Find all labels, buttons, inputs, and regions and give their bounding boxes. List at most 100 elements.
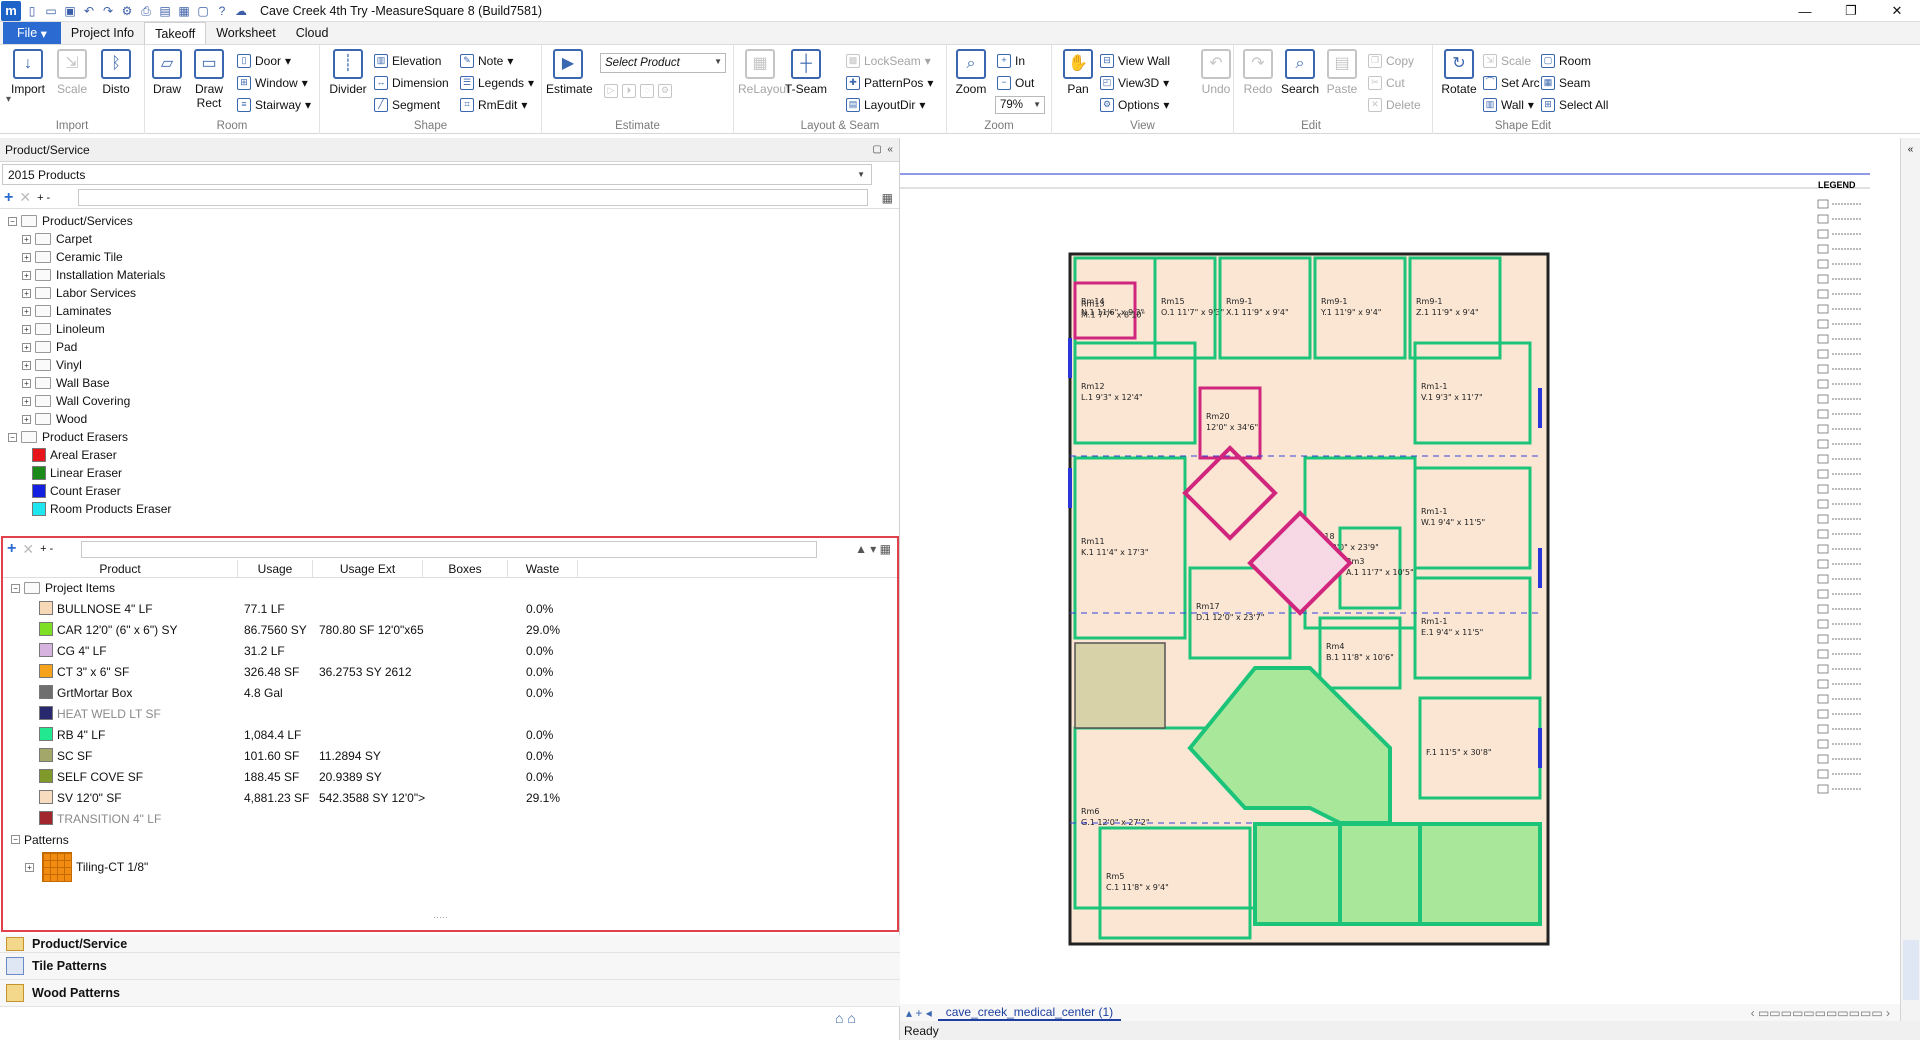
tree-node-category[interactable]: + Linoleum <box>8 320 899 338</box>
move-icon[interactable]: + - <box>37 192 50 204</box>
sheet-tab[interactable]: cave_creek_medical_center (1) <box>937 1005 1122 1021</box>
project-item-row[interactable]: SC SF 101.60 SF 11.2894 SY 0.0% <box>11 745 897 766</box>
scale-button[interactable]: ⇲ Scale <box>50 49 94 96</box>
rotate-button[interactable]: ↻ Rotate <box>1437 49 1481 96</box>
preview-icon[interactable]: ▢ <box>196 4 210 18</box>
tree-node-category[interactable]: + Labor Services <box>8 284 899 302</box>
remove-icon[interactable]: ✕ <box>19 189 31 206</box>
help-icon[interactable]: ? <box>215 4 229 18</box>
expand-icon[interactable]: + <box>22 270 31 280</box>
restore-icon[interactable]: ❐ <box>1828 0 1874 22</box>
expand-icon[interactable]: + <box>22 252 31 262</box>
disto-button[interactable]: ᛒ Disto <box>94 49 138 96</box>
copy-button[interactable]: ❐ Copy <box>1368 51 1414 71</box>
ribbon-collapse-icon[interactable]: ▾ <box>6 94 11 105</box>
play-icon[interactable]: ▷ <box>604 84 618 98</box>
stairway-button[interactable]: ≡ Stairway ▾ <box>237 95 311 115</box>
expand-icon[interactable]: + <box>22 396 31 406</box>
tab-worksheet[interactable]: Worksheet <box>206 22 286 44</box>
undo-button[interactable]: ↶ Undo <box>1194 49 1238 96</box>
project-item-row[interactable]: TRANSITION 4" LF <box>11 808 897 829</box>
expand-icon[interactable]: + <box>22 324 31 334</box>
collapse-icon[interactable]: − <box>8 432 17 442</box>
zoom-in-button[interactable]: + In <box>997 51 1025 71</box>
divider-button[interactable]: ┊ Divider <box>326 49 370 96</box>
rmedit-button[interactable]: ⌗ RmEdit ▾ <box>460 95 527 115</box>
tree-node-category[interactable]: + Pad <box>8 338 899 356</box>
select-all-button[interactable]: ⊞ Select All <box>1541 95 1608 115</box>
eraser-item[interactable]: Areal Eraser <box>8 446 899 464</box>
col-usage-ext[interactable]: Usage Ext <box>313 560 423 577</box>
select-product-dropdown[interactable]: Select Product ▼ <box>600 53 726 73</box>
col-waste[interactable]: Waste <box>508 560 578 577</box>
cloud-icon[interactable]: ☁ <box>234 4 248 18</box>
tab-cloud[interactable]: Cloud <box>286 22 339 44</box>
tseam-button[interactable]: ┼ T-Seam <box>784 49 828 96</box>
options-button[interactable]: ⚙ Options ▾ <box>1100 95 1169 115</box>
items-grid-icon[interactable]: ▲ ▾ ▦ <box>855 542 891 556</box>
new-file-icon[interactable]: ▯ <box>25 4 39 18</box>
project-item-row[interactable]: RB 4" LF 1,084.4 LF 0.0% <box>11 724 897 745</box>
tree-node-root[interactable]: − Product/Services <box>8 212 899 230</box>
delete-button[interactable]: ✕ Delete <box>1368 95 1421 115</box>
project-item-row[interactable]: CAR 12'0" (6" x 6") SY 86.7560 SY 780.80 S… <box>11 619 897 640</box>
close-icon[interactable]: ✕ <box>1874 0 1920 22</box>
print-icon[interactable]: ⎙ <box>139 4 153 18</box>
pan-button[interactable]: ✋ Pan <box>1056 49 1100 96</box>
tree-node-category[interactable]: + Wall Base <box>8 374 899 392</box>
calendar-icon[interactable]: ▦ <box>177 4 191 18</box>
project-item-row[interactable]: HEAT WELD LT SF <box>11 703 897 724</box>
dimension-button[interactable]: ↔ Dimension <box>374 73 449 93</box>
expand-icon[interactable]: + <box>22 414 31 424</box>
project-item-row[interactable]: BULLNOSE 4" LF 77.1 LF 0.0% <box>11 598 897 619</box>
lockseam-button[interactable]: ▩ LockSeam ▾ <box>846 51 931 71</box>
expand-icon[interactable]: + <box>22 234 31 244</box>
side-tool-icons[interactable] <box>1903 940 1919 1000</box>
set-arc-button[interactable]: ⌒ Set Arc <box>1483 73 1540 93</box>
tree-node-erasers[interactable]: − Product Erasers <box>8 428 899 446</box>
tree-node-category[interactable]: + Ceramic Tile <box>8 248 899 266</box>
scale-shape-button[interactable]: ⇲ Scale <box>1483 51 1531 71</box>
tree-node-category[interactable]: + Vinyl <box>8 356 899 374</box>
eraser-item[interactable]: Room Products Eraser <box>8 500 899 518</box>
draw-rect-button[interactable]: ▭ Draw Rect <box>187 49 231 110</box>
move-item-icon[interactable]: + - <box>40 543 53 555</box>
undo-icon[interactable]: ↶ <box>82 4 96 18</box>
elevation-button[interactable]: ▥ Elevation <box>374 51 441 71</box>
tab-takeoff[interactable]: Takeoff <box>144 22 207 44</box>
bottom-tab-tile-patterns[interactable]: Tile Patterns <box>0 953 900 980</box>
expand-icon[interactable]: + <box>25 862 34 872</box>
bottom-tab-wood-patterns[interactable]: Wood Patterns <box>0 980 900 1007</box>
col-boxes[interactable]: Boxes <box>423 560 508 577</box>
expand-icon[interactable]: + <box>22 360 31 370</box>
expand-icon[interactable]: + <box>22 378 31 388</box>
draw-button[interactable]: ▱ Draw <box>145 49 189 96</box>
grid-view-icon[interactable]: ▦ <box>882 191 893 205</box>
layoutdir-button[interactable]: ▤ LayoutDir ▾ <box>846 95 925 115</box>
items-filter-input[interactable] <box>81 540 817 558</box>
search-button[interactable]: ⌕ Search <box>1278 49 1322 96</box>
col-usage[interactable]: Usage <box>238 560 313 577</box>
product-filter-input[interactable] <box>78 189 868 206</box>
expand-icon[interactable]: + <box>22 306 31 316</box>
gear-icon[interactable]: ⚙ <box>658 84 672 98</box>
room-select-button[interactable]: ▢ Room <box>1541 51 1591 71</box>
col-product[interactable]: Product <box>3 560 238 577</box>
bottom-tab-product-service[interactable]: Product/Service <box>0 935 900 953</box>
eraser-item[interactable]: Count Eraser <box>8 482 899 500</box>
legends-button[interactable]: ☰ Legends ▾ <box>460 73 534 93</box>
drawing-canvas[interactable]: Rm14 N.1 11'6" x 9'3" Rm15 O.1 11'7" x 9'3"… <box>900 138 1900 1004</box>
redo-button[interactable]: ↷ Redo <box>1236 49 1280 96</box>
expand-right-icon[interactable]: « <box>1901 144 1920 155</box>
sheet-nav-icon[interactable]: ▴ + ◂ <box>906 1006 932 1020</box>
tree-node-category[interactable]: + Wall Covering <box>8 392 899 410</box>
remove-item-icon[interactable]: ✕ <box>22 541 34 558</box>
catalog-dropdown[interactable]: 2015 Products ▼ <box>2 164 872 185</box>
project-item-row[interactable]: GrtMortar Box 4.8 Gal 0.0% <box>11 682 897 703</box>
add-icon[interactable]: + <box>4 189 13 207</box>
ring-icon[interactable]: ◌ <box>640 84 654 98</box>
redo-icon[interactable]: ↷ <box>101 4 115 18</box>
horizontal-scrollbar[interactable]: ‹ ▭▭▭▭▭▭▭▭▭▭▭ › <box>1751 1006 1890 1020</box>
settings-icon[interactable]: ⚙ <box>120 4 134 18</box>
splitter-grip-icon[interactable]: ····· <box>433 912 448 922</box>
